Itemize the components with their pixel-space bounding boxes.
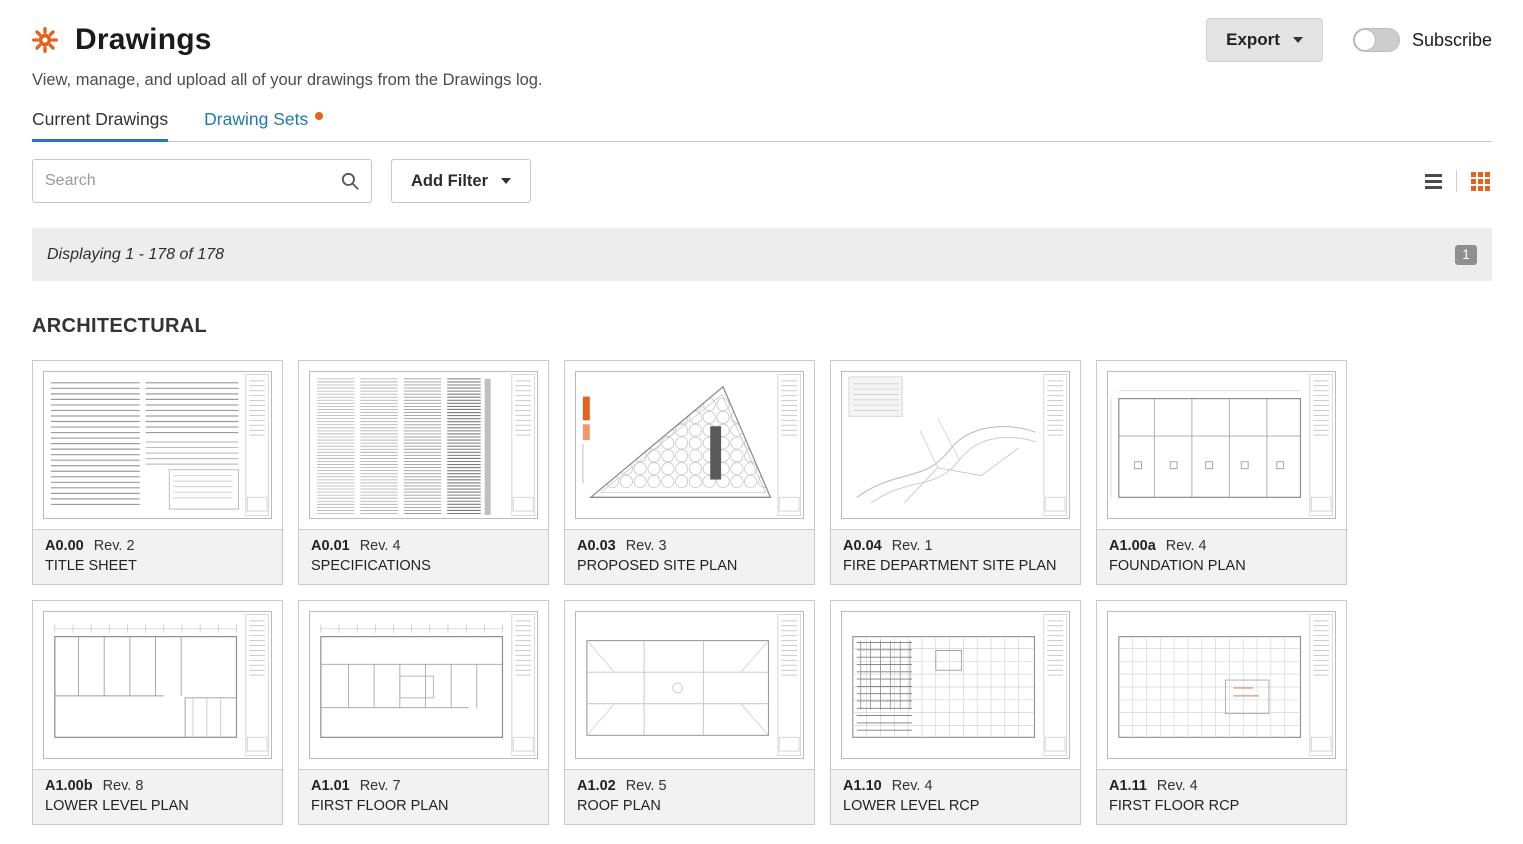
drawing-number: A1.01 — [311, 778, 350, 794]
grid-view-icon[interactable] — [1469, 170, 1492, 193]
drawing-card[interactable]: A1.10 Rev. 4 LOWER LEVEL RCP — [830, 600, 1081, 825]
subscribe-label: Subscribe — [1411, 29, 1492, 50]
drawing-thumbnail[interactable] — [565, 361, 814, 529]
drawing-revision: Rev. 5 — [625, 778, 667, 794]
add-filter-button[interactable]: Add Filter — [391, 159, 531, 203]
drawing-card[interactable]: A0.03 Rev. 3 PROPOSED SITE PLAN — [564, 360, 815, 585]
discipline-section-title: ARCHITECTURAL — [32, 315, 207, 337]
drawing-title: TITLE SHEET — [45, 558, 137, 574]
export-button[interactable]: Export — [1206, 18, 1323, 62]
drawing-card[interactable]: A1.02 Rev. 5 ROOF PLAN — [564, 600, 815, 825]
drawing-title: LOWER LEVEL PLAN — [45, 798, 189, 814]
drawing-card-footer: A0.04 Rev. 1 FIRE DEPARTMENT SITE PLAN — [831, 529, 1080, 584]
page-subtitle: View, manage, and upload all of your dra… — [32, 71, 543, 89]
drawing-number: A1.00a — [1109, 538, 1156, 554]
drawing-title: PROPOSED SITE PLAN — [577, 558, 738, 574]
drawing-sets-badge-dot — [315, 112, 324, 120]
header-actions: Export Subscribe — [1206, 18, 1492, 62]
search-icon[interactable] — [340, 171, 360, 191]
drawing-thumbnail[interactable] — [1097, 601, 1346, 769]
drawing-number: A1.11 — [1109, 778, 1147, 794]
drawing-revision: Rev. 8 — [102, 778, 144, 794]
tabs: Current Drawings Drawing Sets — [32, 109, 1492, 142]
drawing-number: A0.04 — [843, 538, 882, 554]
drawing-number: A1.10 — [843, 778, 882, 794]
drawing-card-footer: A1.02 Rev. 5 ROOF PLAN — [565, 769, 814, 824]
drawing-thumbnail[interactable] — [1097, 361, 1346, 529]
drawing-thumbnail[interactable] — [299, 601, 548, 769]
drawing-title: FIRST FLOOR PLAN — [311, 798, 449, 814]
drawing-card-footer: A0.03 Rev. 3 PROPOSED SITE PLAN — [565, 529, 814, 584]
add-filter-label: Add Filter — [411, 171, 488, 190]
drawing-thumbnail[interactable] — [565, 601, 814, 769]
drawing-thumbnail[interactable] — [33, 361, 282, 529]
drawing-card[interactable]: A0.00 Rev. 2 TITLE SHEET — [32, 360, 283, 585]
export-button-label: Export — [1226, 30, 1280, 49]
search-input[interactable] — [32, 159, 372, 203]
drawings-page: Drawings Export Subscribe View, manage, … — [0, 0, 1523, 825]
drawing-card-footer: A1.11 Rev. 4 FIRST FLOOR RCP — [1097, 769, 1346, 824]
drawing-thumbnail[interactable] — [299, 361, 548, 529]
drawing-title: LOWER LEVEL RCP — [843, 798, 980, 814]
drawing-card-footer: A1.01 Rev. 7 FIRST FLOOR PLAN — [299, 769, 548, 824]
drawing-card[interactable]: A1.00b Rev. 8 LOWER LEVEL PLAN — [32, 600, 283, 825]
drawing-card[interactable]: A0.01 Rev. 4 SPECIFICATIONS — [298, 360, 549, 585]
list-view-icon[interactable] — [1423, 172, 1444, 191]
tab-drawing-sets-label: Drawing Sets — [204, 109, 309, 129]
drawing-thumbnail[interactable] — [33, 601, 282, 769]
drawing-card-footer: A1.00a Rev. 4 FOUNDATION PLAN — [1097, 529, 1346, 584]
page-header: Drawings Export Subscribe — [32, 18, 1492, 62]
results-status-bar: Displaying 1 - 178 of 178 1 — [32, 228, 1492, 281]
view-switcher-divider — [1456, 170, 1457, 192]
drawing-title: FOUNDATION PLAN — [1109, 558, 1246, 574]
drawing-card-footer: A1.10 Rev. 4 LOWER LEVEL RCP — [831, 769, 1080, 824]
caret-down-icon — [501, 178, 511, 184]
drawing-thumbnail[interactable] — [831, 361, 1080, 529]
search-box — [32, 159, 372, 203]
subscribe-toggle[interactable] — [1352, 28, 1400, 52]
drawing-revision: Rev. 7 — [359, 778, 401, 794]
drawing-thumbnail[interactable] — [831, 601, 1080, 769]
drawing-number: A0.00 — [45, 538, 84, 554]
tab-current-drawings-label: Current Drawings — [32, 109, 169, 129]
page-title: Drawings — [75, 23, 212, 56]
drawing-card[interactable]: A0.04 Rev. 1 FIRE DEPARTMENT SITE PLAN — [830, 360, 1081, 585]
drawing-card[interactable]: A1.00a Rev. 4 FOUNDATION PLAN — [1096, 360, 1347, 585]
drawing-revision: Rev. 4 — [891, 778, 933, 794]
drawing-title: FIRE DEPARTMENT SITE PLAN — [843, 558, 1057, 574]
page-number-badge[interactable]: 1 — [1455, 244, 1477, 265]
tab-drawing-sets[interactable]: Drawing Sets — [204, 109, 324, 141]
drawing-revision: Rev. 4 — [1165, 538, 1207, 554]
drawing-number: A1.00b — [45, 778, 93, 794]
drawing-title: SPECIFICATIONS — [311, 558, 431, 574]
drawing-title: ROOF PLAN — [577, 798, 661, 814]
drawing-title: FIRST FLOOR RCP — [1109, 798, 1240, 814]
drawing-card[interactable]: A1.01 Rev. 7 FIRST FLOOR PLAN — [298, 600, 549, 825]
drawing-revision: Rev. 3 — [625, 538, 667, 554]
drawings-grid: A0.00 Rev. 2 TITLE SHEET A0.01 Rev. 4 SPEC… — [32, 360, 1492, 825]
drawing-revision: Rev. 4 — [1156, 778, 1198, 794]
drawing-revision: Rev. 4 — [359, 538, 401, 554]
view-switcher — [1423, 170, 1492, 193]
drawing-card-footer: A0.01 Rev. 4 SPECIFICATIONS — [299, 529, 548, 584]
toggle-knob — [1353, 29, 1376, 51]
drawing-revision: Rev. 2 — [93, 538, 135, 554]
drawing-number: A0.03 — [577, 538, 616, 554]
drawings-tool-icon — [32, 27, 58, 53]
drawing-number: A0.01 — [311, 538, 350, 554]
caret-down-icon — [1292, 37, 1303, 43]
drawing-card-footer: A1.00b Rev. 8 LOWER LEVEL PLAN — [33, 769, 282, 824]
toolbar: Add Filter — [32, 159, 1492, 203]
drawing-number: A1.02 — [577, 778, 616, 794]
drawing-card[interactable]: A1.11 Rev. 4 FIRST FLOOR RCP — [1096, 600, 1347, 825]
drawing-card-footer: A0.00 Rev. 2 TITLE SHEET — [33, 529, 282, 584]
drawing-revision: Rev. 1 — [891, 538, 933, 554]
tab-current-drawings[interactable]: Current Drawings — [32, 109, 169, 142]
results-count-text: Displaying 1 - 178 of 178 — [47, 245, 224, 263]
